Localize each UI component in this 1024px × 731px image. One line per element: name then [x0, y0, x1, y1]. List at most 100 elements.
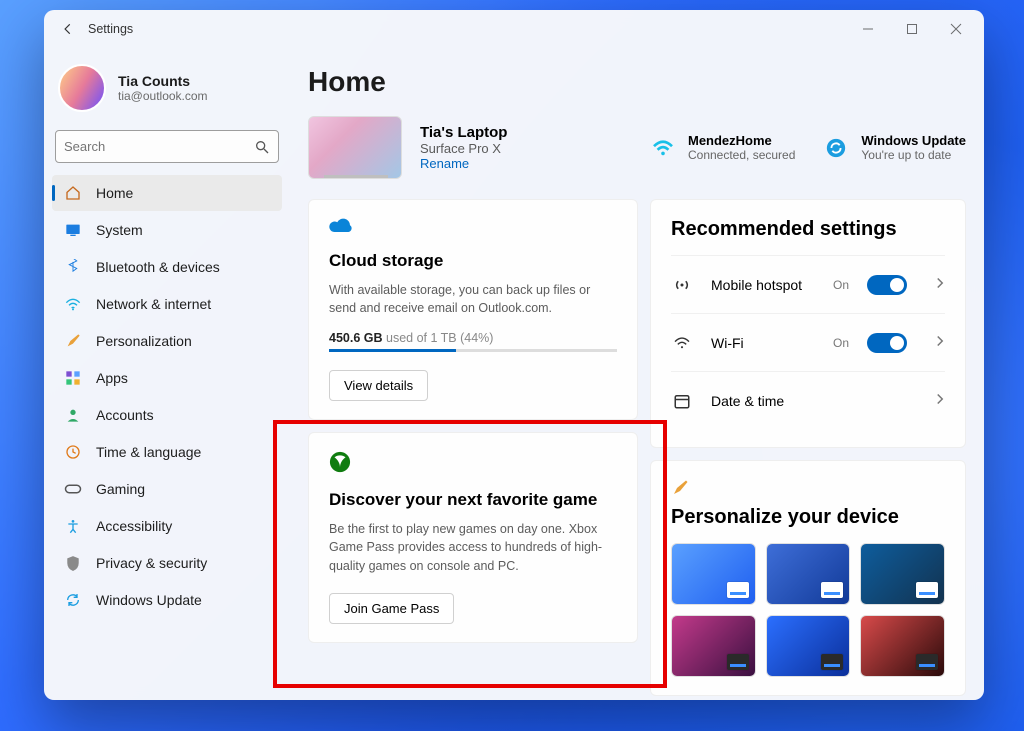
nav-apps[interactable]: Apps: [52, 360, 282, 396]
chevron-right-icon: [935, 334, 945, 352]
device-thumbnail: [308, 116, 402, 179]
rec-mobile-hotspot[interactable]: Mobile hotspot On: [671, 255, 945, 313]
nav-home[interactable]: Home: [52, 175, 282, 211]
nav-label: Time & language: [96, 444, 201, 460]
rec-label: Date & time: [711, 393, 907, 409]
nav-time[interactable]: Time & language: [52, 434, 282, 470]
wifi-status-icon: [650, 135, 676, 161]
chevron-right-icon: [935, 276, 945, 294]
nav-label: Accounts: [96, 407, 154, 423]
toggle-state: On: [833, 278, 849, 292]
personalize-card: Personalize your device: [650, 460, 966, 696]
hotspot-icon: [671, 276, 693, 294]
theme-tile[interactable]: [766, 543, 851, 605]
caption-controls: [846, 14, 978, 44]
theme-tile[interactable]: [860, 615, 945, 677]
search-input[interactable]: [64, 139, 254, 154]
nav-list: Home System Bluetooth & devices Network …: [52, 175, 282, 618]
back-arrow-icon: [61, 22, 75, 36]
recommended-card: Recommended settings Mobile hotspot On W…: [650, 199, 966, 448]
cloud-desc: With available storage, you can back up …: [329, 281, 617, 317]
view-details-button[interactable]: View details: [329, 370, 428, 401]
nav-label: Accessibility: [96, 518, 172, 534]
nav-privacy[interactable]: Privacy & security: [52, 545, 282, 581]
chevron-right-icon: [935, 392, 945, 410]
theme-tile[interactable]: [671, 615, 756, 677]
profile-email: tia@outlook.com: [118, 89, 208, 103]
theme-tile[interactable]: [671, 543, 756, 605]
onedrive-icon: [329, 218, 617, 239]
theme-tile[interactable]: [860, 543, 945, 605]
rec-wifi[interactable]: Wi-Fi On: [671, 313, 945, 371]
back-button[interactable]: [50, 11, 86, 47]
personalize-title: Personalize your device: [671, 506, 945, 529]
search-icon: [254, 139, 270, 155]
nav-system[interactable]: System: [52, 212, 282, 248]
titlebar: Settings: [44, 10, 984, 48]
xbox-icon: [329, 451, 617, 478]
nav-update[interactable]: Windows Update: [52, 582, 282, 618]
toggle-state: On: [833, 336, 849, 350]
shield-icon: [64, 555, 82, 571]
wifi-status[interactable]: MendezHome Connected, secured: [650, 133, 795, 162]
device-row: Tia's Laptop Surface Pro X Rename Mendez…: [308, 116, 966, 179]
nav-label: Privacy & security: [96, 555, 207, 571]
maximize-icon: [906, 23, 918, 35]
storage-text: 450.6 GB used of 1 TB (44%): [329, 331, 617, 345]
nav-label: Windows Update: [96, 592, 202, 608]
minimize-button[interactable]: [846, 14, 890, 44]
profile-block[interactable]: Tia Counts tia@outlook.com: [52, 52, 282, 130]
gaming-icon: [64, 482, 82, 496]
update-status-icon: [823, 135, 849, 161]
wifi-toggle[interactable]: [867, 333, 907, 353]
xbox-desc: Be the first to play new games on day on…: [329, 520, 617, 574]
rename-link[interactable]: Rename: [420, 156, 507, 171]
hotspot-toggle[interactable]: [867, 275, 907, 295]
cloud-title: Cloud storage: [329, 251, 617, 271]
col-left: Cloud storage With available storage, yo…: [308, 199, 638, 700]
rec-date-time[interactable]: Date & time: [671, 371, 945, 429]
nav-label: System: [96, 222, 143, 238]
nav-gaming[interactable]: Gaming: [52, 471, 282, 507]
nav-label: Home: [96, 185, 133, 201]
wifi-ssid: MendezHome: [688, 133, 795, 148]
wifi-small-icon: [671, 336, 693, 350]
maximize-button[interactable]: [890, 14, 934, 44]
close-button[interactable]: [934, 14, 978, 44]
update-sub: You're up to date: [861, 148, 966, 162]
xbox-card: Discover your next favorite game Be the …: [308, 432, 638, 642]
xbox-title: Discover your next favorite game: [329, 490, 617, 510]
join-gamepass-button[interactable]: Join Game Pass: [329, 593, 454, 624]
nav-bluetooth[interactable]: Bluetooth & devices: [52, 249, 282, 285]
nav-label: Apps: [96, 370, 128, 386]
sidebar: Tia Counts tia@outlook.com Home System: [44, 48, 290, 700]
nav-label: Gaming: [96, 481, 145, 497]
col-right: Recommended settings Mobile hotspot On W…: [650, 199, 966, 700]
apps-icon: [64, 370, 82, 386]
update-icon: [64, 592, 82, 608]
nav-accessibility[interactable]: Accessibility: [52, 508, 282, 544]
update-status[interactable]: Windows Update You're up to date: [823, 133, 966, 162]
nav-network[interactable]: Network & internet: [52, 286, 282, 322]
storage-bar: [329, 349, 617, 352]
brush-icon: [671, 479, 689, 502]
rec-label: Mobile hotspot: [711, 277, 815, 293]
nav-personalization[interactable]: Personalization: [52, 323, 282, 359]
recommended-title: Recommended settings: [671, 218, 945, 241]
nav-label: Personalization: [96, 333, 192, 349]
nav-accounts[interactable]: Accounts: [52, 397, 282, 433]
wifi-substatus: Connected, secured: [688, 148, 795, 162]
device-model: Surface Pro X: [420, 141, 507, 156]
cloud-storage-card: Cloud storage With available storage, yo…: [308, 199, 638, 420]
nav-label: Bluetooth & devices: [96, 259, 220, 275]
main-content: Home Tia's Laptop Surface Pro X Rename M…: [290, 48, 984, 700]
bluetooth-icon: [64, 259, 82, 275]
theme-tile[interactable]: [766, 615, 851, 677]
search-box[interactable]: [55, 130, 279, 163]
brush-icon: [64, 333, 82, 349]
home-icon: [64, 185, 82, 201]
wifi-icon: [64, 297, 82, 311]
update-title: Windows Update: [861, 133, 966, 148]
page-title: Home: [308, 66, 966, 98]
clock-icon: [64, 444, 82, 460]
